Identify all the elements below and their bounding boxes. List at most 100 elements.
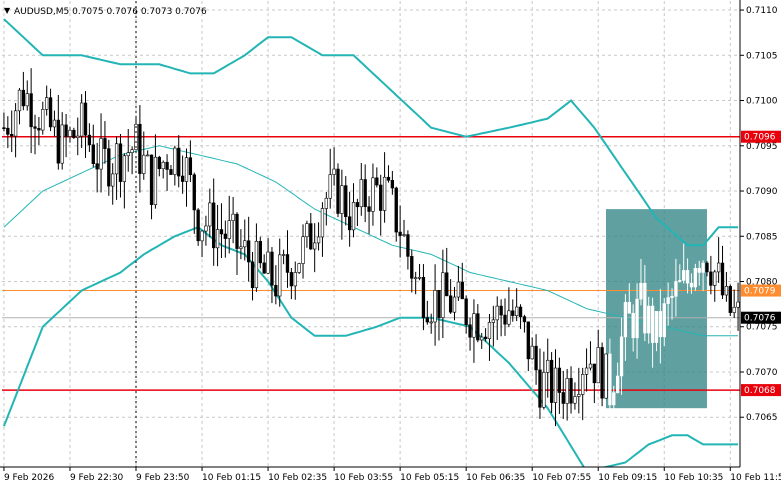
chart-header: ▼ AUDUSD,M5 0.7075 0.7076 0.7073 0.7076: [4, 6, 207, 17]
x-tick-label: 10 Feb 06:35: [466, 473, 525, 483]
candle-body: [313, 242, 317, 250]
candle-body: [107, 148, 111, 187]
candle-body: [184, 157, 189, 182]
candle-body: [561, 392, 565, 404]
candle-body: [45, 97, 49, 110]
y-tick-label: 0.7065: [746, 413, 778, 423]
candle-body: [126, 152, 130, 157]
candle-body: [157, 156, 161, 170]
candle-body: [320, 208, 325, 238]
candle-body: [165, 161, 169, 170]
candle-body: [445, 272, 449, 297]
candle-body: [654, 311, 659, 343]
candle-body: [697, 268, 701, 273]
y-tick-label: 0.7105: [746, 51, 778, 61]
candle-body: [324, 197, 328, 209]
candle-body: [192, 174, 196, 211]
level-price-label: 0.7096: [744, 133, 776, 143]
candle-body: [118, 143, 123, 182]
candle-body: [72, 129, 76, 138]
current-price-label: 0.7076: [744, 314, 776, 324]
candle-body: [406, 234, 410, 257]
symbol-dropdown-icon[interactable]: ▼: [4, 6, 11, 15]
level-price-label: 0.7068: [744, 386, 776, 396]
candle-body: [227, 220, 231, 239]
candle-body: [285, 254, 290, 273]
candle-body: [612, 392, 616, 406]
candle-body: [437, 290, 441, 318]
candle-body: [215, 229, 220, 249]
x-tick-label: 9 Feb 22:30: [70, 473, 124, 483]
candle-body: [130, 149, 134, 153]
candle-body: [732, 306, 736, 313]
candle-body: [145, 154, 150, 157]
candle-body: [33, 126, 37, 129]
candle-body: [355, 202, 360, 208]
candle-body: [693, 268, 697, 288]
y-tick-label: 0.7075: [746, 323, 778, 333]
candle-body: [37, 128, 41, 131]
candle-body: [235, 213, 239, 249]
candle-body: [522, 316, 527, 323]
candle-body: [332, 168, 336, 175]
candle-body: [448, 295, 453, 313]
candle-body: [6, 127, 10, 135]
y-tick-label: 0.7070: [746, 368, 778, 378]
candle-body: [619, 336, 624, 377]
candle-body: [371, 177, 375, 212]
candle-body: [138, 123, 142, 174]
candle-body: [491, 319, 496, 323]
x-tick-label: 9 Feb 2026: [4, 473, 55, 483]
candle-body: [705, 262, 709, 273]
candle-body: [328, 174, 332, 199]
x-tick-label: 10 Feb 10:35: [664, 473, 723, 483]
candle-body: [114, 143, 119, 175]
candle-body: [542, 372, 546, 408]
candle-body: [639, 282, 643, 300]
candle-body: [682, 270, 686, 281]
candle-body: [173, 147, 177, 175]
candle-body: [530, 345, 534, 360]
candle-body: [180, 175, 185, 182]
candle-body: [713, 271, 717, 286]
candle-body: [95, 163, 99, 170]
candle-body: [635, 298, 639, 339]
candle-body: [487, 322, 492, 340]
candle-body: [336, 168, 340, 214]
candle-body: [410, 256, 414, 279]
candle-body: [472, 313, 476, 338]
candle-body: [658, 311, 663, 338]
candle-body: [549, 359, 554, 403]
candle-body: [258, 241, 262, 264]
candle-body: [565, 378, 569, 404]
candle-body: [316, 236, 321, 244]
candle-body: [347, 216, 352, 231]
candle-body: [250, 261, 255, 289]
x-tick-label: 10 Feb 03:55: [334, 473, 393, 483]
candle-body: [623, 302, 628, 338]
candle-body: [425, 317, 429, 323]
candle-body: [736, 301, 740, 308]
candle-body: [592, 363, 597, 384]
candle-body: [29, 93, 33, 128]
x-tick-label: 10 Feb 07:55: [532, 473, 591, 483]
candle-body: [701, 262, 705, 273]
candle-body: [266, 251, 270, 274]
candle-body: [503, 314, 507, 325]
candle-body: [48, 97, 53, 128]
candle-body: [398, 231, 402, 236]
candle-body: [52, 119, 57, 128]
candle-body: [495, 305, 499, 321]
candle-body: [204, 225, 208, 232]
candle-body: [429, 321, 433, 324]
x-tick-label: 10 Feb 02:35: [268, 473, 327, 483]
candle-body: [13, 110, 18, 137]
price-chart[interactable]: 0.70650.70700.70750.70800.70850.70900.70…: [0, 0, 781, 489]
candle-body: [219, 229, 224, 235]
candle-body: [301, 236, 305, 264]
candle-body: [153, 156, 158, 205]
candle-body: [600, 347, 604, 399]
candle-body: [344, 185, 348, 218]
candle-body: [604, 353, 608, 399]
candle-body: [627, 302, 631, 314]
